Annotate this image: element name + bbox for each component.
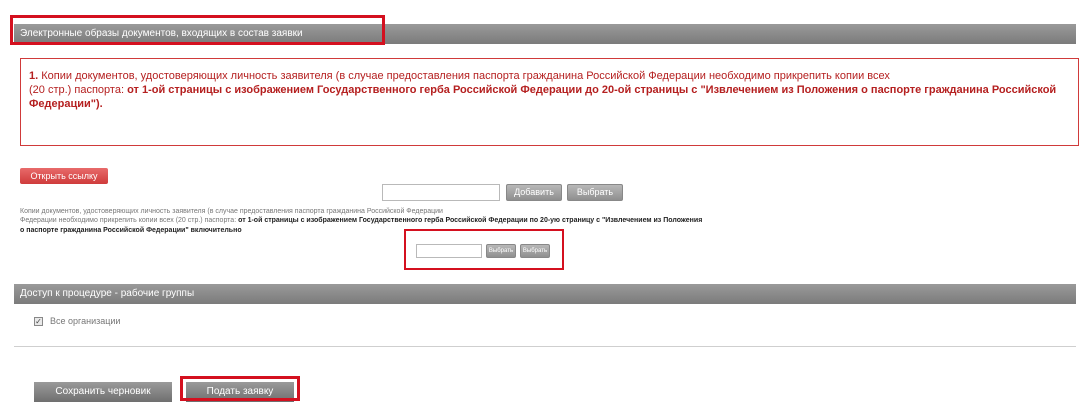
upload-hint-line3-bold: о паспорте гражданина Российской Федерац… bbox=[20, 227, 242, 234]
upload-hint-line2: Федерации необходимо прикрепить копии вс… bbox=[20, 216, 702, 225]
file-path-input[interactable] bbox=[382, 184, 500, 201]
upload-hint-line2-prefix: Федерации необходимо прикрепить копии вс… bbox=[20, 217, 239, 224]
notice-text-line2: (20 стр.) паспорта: bbox=[29, 84, 128, 96]
choose-file-button[interactable]: Выбрать bbox=[567, 184, 623, 201]
upload-hint-line3: о паспорте гражданина Российской Федерац… bbox=[20, 226, 242, 235]
open-link-button[interactable]: Открыть ссылку bbox=[20, 168, 108, 184]
documents-header-highlight bbox=[10, 15, 385, 45]
add-file-button[interactable]: Добавить bbox=[506, 184, 562, 201]
access-section-header: Доступ к процедуре - рабочие группы bbox=[14, 284, 1076, 304]
small-add-button[interactable]: Выбрать bbox=[486, 244, 516, 258]
notice-text-bold: от 1-ой страницы с изображением Государс… bbox=[29, 84, 1057, 110]
save-draft-button[interactable]: Сохранить черновик bbox=[34, 382, 172, 402]
upload-hint-line1: Копии документов, удостоверяющих личност… bbox=[20, 208, 443, 215]
small-file-path-input[interactable] bbox=[416, 244, 482, 258]
divider bbox=[14, 346, 1076, 347]
small-choose-button[interactable]: Выбрать bbox=[520, 244, 550, 258]
documents-notice: 1. Копии документов, удостоверяющих личн… bbox=[20, 58, 1079, 146]
notice-text: Копии документов, удостоверяющих личност… bbox=[38, 70, 890, 82]
upload-hint-line2-bold: от 1-ой страницы с изображением Государс… bbox=[238, 217, 703, 224]
all-organizations-checkbox[interactable]: ✓ bbox=[34, 317, 43, 326]
submit-button-highlight bbox=[180, 376, 300, 401]
notice-number: 1. bbox=[29, 70, 39, 82]
access-section-title: Доступ к процедуре - рабочие группы bbox=[20, 288, 195, 299]
all-organizations-label: Все организации bbox=[50, 316, 121, 326]
